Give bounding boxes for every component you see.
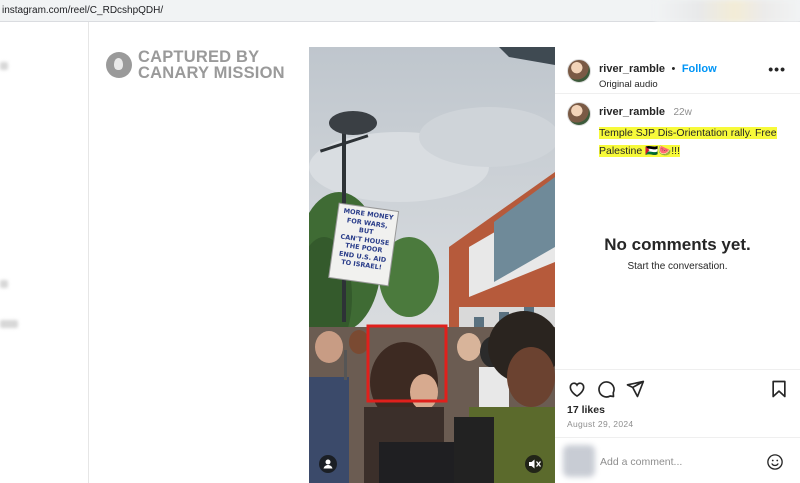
caption-text: Temple SJP Dis-Orientation rally. Free P… (599, 123, 779, 159)
caption-username[interactable]: river_ramble (599, 106, 665, 118)
user-tag-icon[interactable] (319, 455, 337, 473)
caption-line: Temple SJP Dis-Orientation rally. Free (599, 127, 777, 139)
post-date[interactable]: August 29, 2024 (567, 419, 633, 429)
username-link[interactable]: river_ramble (599, 63, 665, 75)
caption-line: Palestine 🇵🇸🍉!!! (599, 145, 681, 157)
sidebar-item-blurred[interactable] (0, 280, 8, 288)
no-comments: No comments yet. Start the conversation. (555, 235, 800, 272)
comment-divider (555, 437, 800, 438)
sidebar-divider (88, 22, 89, 483)
reel-video[interactable]: MORE MONEY FOR WARS, BUT CAN'T HOUSE THE… (309, 47, 555, 483)
likes-count[interactable]: 17 likes (567, 404, 605, 416)
commenter-avatar (563, 445, 595, 477)
audio-link[interactable]: Original audio (599, 79, 717, 90)
more-icon[interactable]: ••• (768, 61, 786, 77)
separator-dot: • (671, 63, 676, 75)
sidebar-item-blurred[interactable] (0, 320, 18, 328)
url-text[interactable]: instagram.com/reel/C_RDcshpQDH/ (2, 5, 163, 16)
caption-avatar[interactable] (567, 102, 591, 126)
bookmark-icon[interactable] (769, 379, 789, 399)
share-icon[interactable] (625, 379, 645, 399)
sidebar-item-blurred[interactable] (0, 62, 8, 70)
follow-button[interactable]: Follow (682, 63, 717, 75)
watermark-line2: CANARY MISSION (138, 64, 285, 82)
actions-divider (555, 369, 800, 370)
comment-icon[interactable] (596, 379, 616, 399)
canary-mission-watermark: CAPTURED BY CANARY MISSION (106, 49, 285, 81)
heart-icon[interactable] (567, 379, 587, 399)
watermark-line1: CAPTURED BY (138, 48, 260, 66)
caption-time[interactable]: 22w (674, 107, 692, 118)
action-bar (567, 379, 789, 399)
mute-icon[interactable] (525, 455, 543, 473)
no-comments-title: No comments yet. (604, 235, 751, 254)
post-header: river_ramble • Follow Original audio (567, 59, 717, 90)
browser-address-bar[interactable]: instagram.com/reel/C_RDcshpQDH/ (0, 0, 800, 22)
emoji-icon[interactable] (766, 453, 784, 471)
header-divider (555, 93, 800, 94)
post-sidebar: river_ramble • Follow Original audio •••… (555, 47, 800, 483)
caption: river_ramble 22w Temple SJP Dis-Orientat… (567, 102, 779, 159)
protest-sign: MORE MONEY FOR WARS, BUT CAN'T HOUSE THE… (332, 206, 398, 273)
avatar[interactable] (567, 59, 591, 83)
blurred-toolbar (655, 0, 800, 22)
canary-logo-icon (106, 52, 132, 78)
comment-input[interactable]: Add a comment... (600, 456, 682, 468)
no-comments-subtitle: Start the conversation. (627, 261, 728, 272)
